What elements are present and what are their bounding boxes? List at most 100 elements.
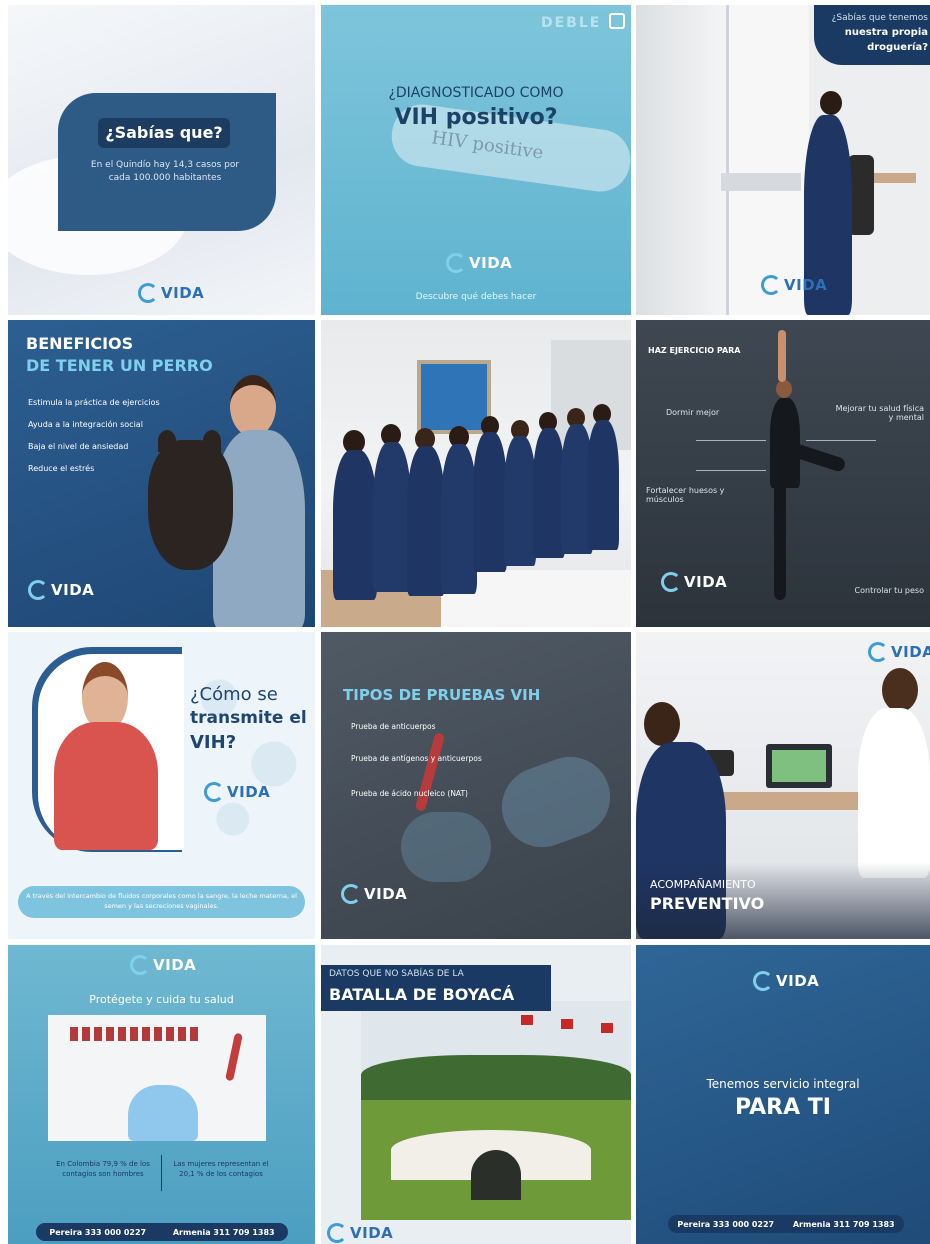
athlete-head bbox=[776, 380, 792, 398]
contact-bar: Pereira 333 000 0227 Armenia 311 709 138… bbox=[36, 1223, 288, 1241]
staff-member-1 bbox=[333, 450, 377, 600]
contact-armenia[interactable]: Armenia 311 709 1383 bbox=[173, 1228, 275, 1237]
title-line2: DE TENER UN PERRO bbox=[26, 356, 213, 375]
staff-member-5 bbox=[473, 432, 507, 572]
post-tile-drogueria[interactable]: ¿Sabías que tenemos nuestra propia drogu… bbox=[636, 5, 930, 315]
card-body: En el Quindío hay 14,3 casos por cada 10… bbox=[90, 160, 240, 183]
contact-armenia[interactable]: Armenia 311 709 1383 bbox=[793, 1220, 895, 1229]
staff-member-6 bbox=[504, 436, 536, 566]
brand-logo: VIDA bbox=[204, 782, 270, 802]
logo-icon bbox=[753, 971, 773, 991]
brand-logo: VIDA bbox=[28, 580, 94, 600]
title-line1: BENEFICIOS bbox=[26, 334, 134, 353]
flag-1 bbox=[521, 1015, 533, 1025]
post-tile-batalla-boyaca[interactable]: DATOS QUE NO SABÍAS DE LA BATALLA DE BOY… bbox=[321, 945, 631, 1244]
vial-rack bbox=[70, 1027, 200, 1041]
brand-logo: VIDA bbox=[327, 1223, 393, 1243]
post-tile-servicio-integral[interactable]: VIDA Tenemos servicio integral PARA TI P… bbox=[636, 945, 930, 1244]
pharmacist-head bbox=[820, 91, 842, 115]
post-tile-vih-positivo[interactable]: DEBLE HIV positive ¿DIAGNOSTICADO COMO V… bbox=[321, 5, 631, 315]
post-tile-acompanamiento[interactable]: VIDA ACOMPAÑAMIENTO PREVENTIVO bbox=[636, 632, 930, 939]
flag-3 bbox=[601, 1023, 613, 1033]
banner-line1: ¿Sabías que tenemos bbox=[831, 13, 928, 23]
staff-member-2 bbox=[373, 442, 411, 592]
corner-icon bbox=[609, 13, 625, 29]
benefit-4: Controlar tu peso bbox=[854, 586, 924, 595]
flag-2 bbox=[561, 1019, 573, 1029]
connector-line-right bbox=[806, 440, 876, 441]
headline-line2: transmite el bbox=[190, 708, 307, 728]
dog bbox=[148, 440, 233, 570]
post-tile-protegete[interactable]: VIDA Protégete y cuida tu salud En Colom… bbox=[8, 945, 315, 1244]
brand-logo: VIDA bbox=[446, 253, 512, 273]
post-tile-equipo[interactable] bbox=[321, 320, 631, 627]
caption-line1: ACOMPAÑAMIENTO bbox=[650, 878, 756, 891]
trees bbox=[361, 1055, 631, 1105]
staff-member-3 bbox=[407, 446, 445, 596]
benefit-2: Ayuda a la integración social bbox=[28, 420, 143, 429]
glove-hand bbox=[490, 745, 622, 859]
benefit-4: Reduce el estrés bbox=[28, 464, 95, 473]
girl-body bbox=[54, 722, 158, 850]
brand-logo: VIDA bbox=[761, 275, 827, 295]
post-tile-transmision-vih[interactable]: ¿Cómo se transmite el VIH? VIDA A través… bbox=[8, 632, 315, 939]
caption-line2: PREVENTIVO bbox=[650, 894, 765, 913]
title-line2: BATALLA DE BOYACÁ bbox=[329, 985, 515, 1004]
banner-line2: nuestra propia bbox=[844, 27, 928, 38]
logo-icon bbox=[761, 275, 781, 295]
benefit-1: Estimula la práctica de ejercicios bbox=[28, 398, 160, 407]
stat-divider bbox=[161, 1155, 162, 1191]
title-line1: DATOS QUE NO SABÍAS DE LA bbox=[329, 969, 464, 979]
post-tile-sabias-que[interactable]: ¿Sabías que? En el Quindío hay 14,3 caso… bbox=[8, 5, 315, 315]
connector-line-bottom bbox=[696, 470, 766, 471]
contact-pereira[interactable]: Pereira 333 000 0227 bbox=[49, 1228, 146, 1237]
brand-logo: VIDA bbox=[661, 572, 727, 592]
door-frame bbox=[636, 5, 726, 315]
wall-screen bbox=[417, 360, 491, 434]
benefit-2: Mejorar tu salud física y mental bbox=[835, 404, 924, 422]
counter bbox=[721, 173, 801, 191]
connector-line-left bbox=[696, 440, 766, 441]
contact-pereira[interactable]: Pereira 333 000 0227 bbox=[677, 1220, 774, 1229]
post-grid: ¿Sabías que? En el Quindío hay 14,3 caso… bbox=[0, 0, 930, 1244]
contact-bar: Pereira 333 000 0227 Armenia 311 709 138… bbox=[668, 1215, 904, 1233]
staff-member-4 bbox=[441, 444, 477, 594]
post-tile-ejercicio[interactable]: HAZ EJERCICIO PARA Dormir mejor Mejorar … bbox=[636, 320, 930, 627]
patient-head bbox=[644, 702, 680, 746]
athlete-leg bbox=[774, 480, 786, 600]
banner-line3: droguería? bbox=[867, 42, 928, 53]
logo-icon bbox=[327, 1223, 347, 1243]
brand-logo: VIDA bbox=[130, 955, 196, 975]
post-tile-beneficios-perro[interactable]: BENEFICIOS DE TENER UN PERRO Estimula la… bbox=[8, 320, 315, 627]
brand-logo: VIDA bbox=[138, 283, 204, 303]
benefit-3: Baja el nivel de ansiedad bbox=[28, 442, 129, 451]
headline-line1: ¿Cómo se bbox=[190, 684, 278, 705]
card-title: ¿Sabías que? bbox=[105, 123, 223, 142]
brand-logo: VIDA bbox=[868, 642, 930, 662]
dog-ear-left bbox=[158, 430, 176, 452]
stat-right: Las mujeres representan el 20,1 % de los… bbox=[173, 1160, 269, 1178]
blood-vial bbox=[414, 732, 446, 812]
footer-text: Descubre qué debes hacer bbox=[415, 292, 537, 302]
test-2: Prueba de antígenos y anticuerpos bbox=[351, 754, 482, 763]
shelf bbox=[726, 5, 809, 315]
woman-head bbox=[230, 375, 276, 437]
headline: Protégete y cuida tu salud bbox=[89, 993, 234, 1006]
post-tile-tipos-pruebas[interactable]: TIPOS DE PRUEBAS VIH Prueba de anticuerp… bbox=[321, 632, 631, 939]
logo-icon bbox=[204, 782, 224, 802]
headline-main: VIH positivo? bbox=[394, 105, 558, 130]
title: TIPOS DE PRUEBAS VIH bbox=[343, 686, 541, 704]
title: HAZ EJERCICIO PARA bbox=[648, 346, 741, 355]
bridge-arch bbox=[471, 1150, 521, 1200]
doctor-body bbox=[858, 708, 930, 878]
benefit-1: Dormir mejor bbox=[666, 408, 720, 417]
lab-glove bbox=[128, 1085, 198, 1141]
brand-logo: VIDA bbox=[341, 884, 407, 904]
logo-icon bbox=[868, 642, 888, 662]
benefit-3: Fortalecer huesos y músculos bbox=[646, 486, 725, 504]
stat-left: En Colombia 79,9 % de los contagios son … bbox=[56, 1160, 150, 1178]
dog-ear-right bbox=[203, 430, 221, 452]
athlete-arms bbox=[778, 330, 786, 382]
test-1: Prueba de anticuerpos bbox=[351, 722, 436, 731]
footer-text: A través del intercambio de fluidos corp… bbox=[26, 892, 297, 910]
